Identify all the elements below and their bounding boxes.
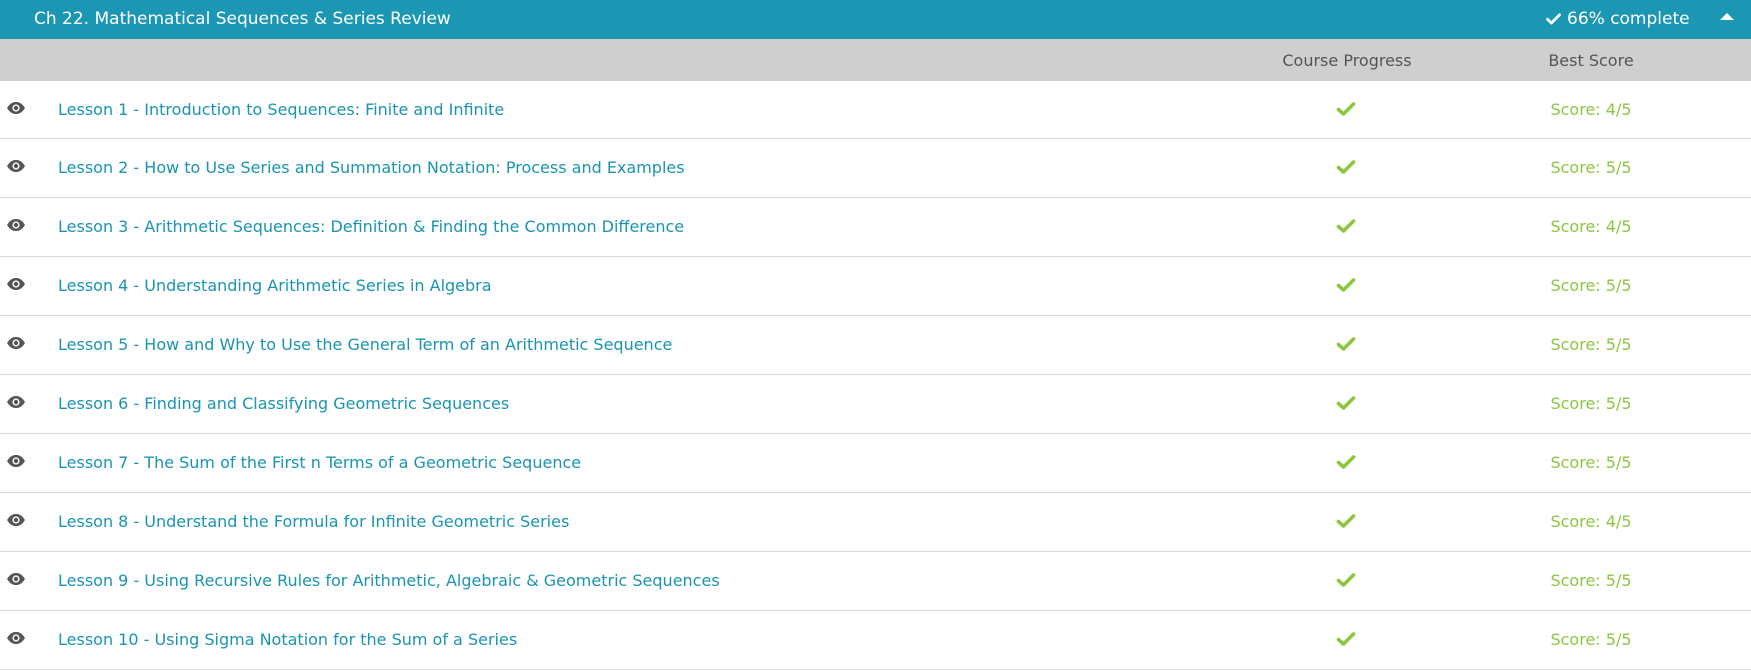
lesson-link[interactable]: Lesson 1 - Introduction to Sequences: Fi… [58,100,504,120]
lesson-link[interactable]: Lesson 3 - Arithmetic Sequences: Definit… [58,217,684,237]
lesson-row: Lesson 8 - Understand the Formula for In… [0,493,1751,552]
lesson-score: Score: 5/5 [1550,158,1632,177]
lesson-row: Lesson 1 - Introduction to Sequences: Fi… [0,81,1751,139]
progress-checkmark-icon [1336,395,1356,411]
lesson-row: Lesson 2 - How to Use Series and Summati… [0,139,1751,198]
lesson-link[interactable]: Lesson 8 - Understand the Formula for In… [58,512,569,532]
checkmark-icon [1546,13,1561,25]
lesson-score: Score: 5/5 [1550,571,1632,590]
eye-icon[interactable] [6,101,26,115]
column-headers: Course Progress Best Score [0,39,1751,81]
lesson-row: Lesson 7 - The Sum of the First n Terms … [0,434,1751,493]
lesson-score: Score: 4/5 [1550,512,1632,531]
lesson-score: Score: 5/5 [1550,335,1632,354]
lesson-score: Score: 4/5 [1550,217,1632,236]
lesson-row: Lesson 5 - How and Why to Use the Genera… [0,316,1751,375]
lesson-row: Lesson 6 - Finding and Classifying Geome… [0,375,1751,434]
lesson-score: Score: 5/5 [1550,276,1632,295]
lesson-row: Lesson 10 - Using Sigma Notation for the… [0,611,1751,670]
eye-icon[interactable] [6,454,26,468]
progress-checkmark-icon [1336,513,1356,529]
chapter-progress: 66% complete [1546,9,1690,29]
eye-icon[interactable] [6,159,26,173]
course-progress-header: Course Progress [1282,51,1412,70]
chapter-title[interactable]: Ch 22. Mathematical Sequences & Series R… [34,9,451,29]
lesson-score: Score: 5/5 [1550,453,1632,472]
lesson-link[interactable]: Lesson 2 - How to Use Series and Summati… [58,158,685,178]
chapter-header[interactable]: Ch 22. Mathematical Sequences & Series R… [0,0,1751,39]
chapter-progress-text: 66% complete [1567,9,1690,29]
lesson-list: Lesson 1 - Introduction to Sequences: Fi… [0,81,1751,670]
eye-icon[interactable] [6,631,26,645]
lesson-row: Lesson 3 - Arithmetic Sequences: Definit… [0,198,1751,257]
progress-checkmark-icon [1336,631,1356,647]
progress-checkmark-icon [1336,218,1356,234]
eye-icon[interactable] [6,218,26,232]
lesson-row: Lesson 9 - Using Recursive Rules for Ari… [0,552,1751,611]
progress-checkmark-icon [1336,159,1356,175]
progress-checkmark-icon [1336,454,1356,470]
progress-checkmark-icon [1336,277,1356,293]
lesson-link[interactable]: Lesson 7 - The Sum of the First n Terms … [58,453,581,473]
eye-icon[interactable] [6,277,26,291]
progress-checkmark-icon [1336,336,1356,352]
lesson-score: Score: 5/5 [1550,394,1632,413]
caret-up-icon[interactable] [1718,10,1736,24]
lesson-score: Score: 5/5 [1550,630,1632,649]
lesson-link[interactable]: Lesson 4 - Understanding Arithmetic Seri… [58,276,492,296]
lesson-row: Lesson 4 - Understanding Arithmetic Seri… [0,257,1751,316]
lesson-link[interactable]: Lesson 9 - Using Recursive Rules for Ari… [58,571,720,591]
lesson-link[interactable]: Lesson 5 - How and Why to Use the Genera… [58,335,672,355]
progress-checkmark-icon [1336,572,1356,588]
eye-icon[interactable] [6,395,26,409]
progress-checkmark-icon [1336,101,1356,117]
eye-icon[interactable] [6,336,26,350]
eye-icon[interactable] [6,513,26,527]
lesson-link[interactable]: Lesson 10 - Using Sigma Notation for the… [58,630,517,650]
lesson-link[interactable]: Lesson 6 - Finding and Classifying Geome… [58,394,509,414]
chapter-panel: Ch 22. Mathematical Sequences & Series R… [0,0,1751,670]
eye-icon[interactable] [6,572,26,586]
best-score-header: Best Score [1548,51,1634,70]
lesson-score: Score: 4/5 [1550,100,1632,119]
